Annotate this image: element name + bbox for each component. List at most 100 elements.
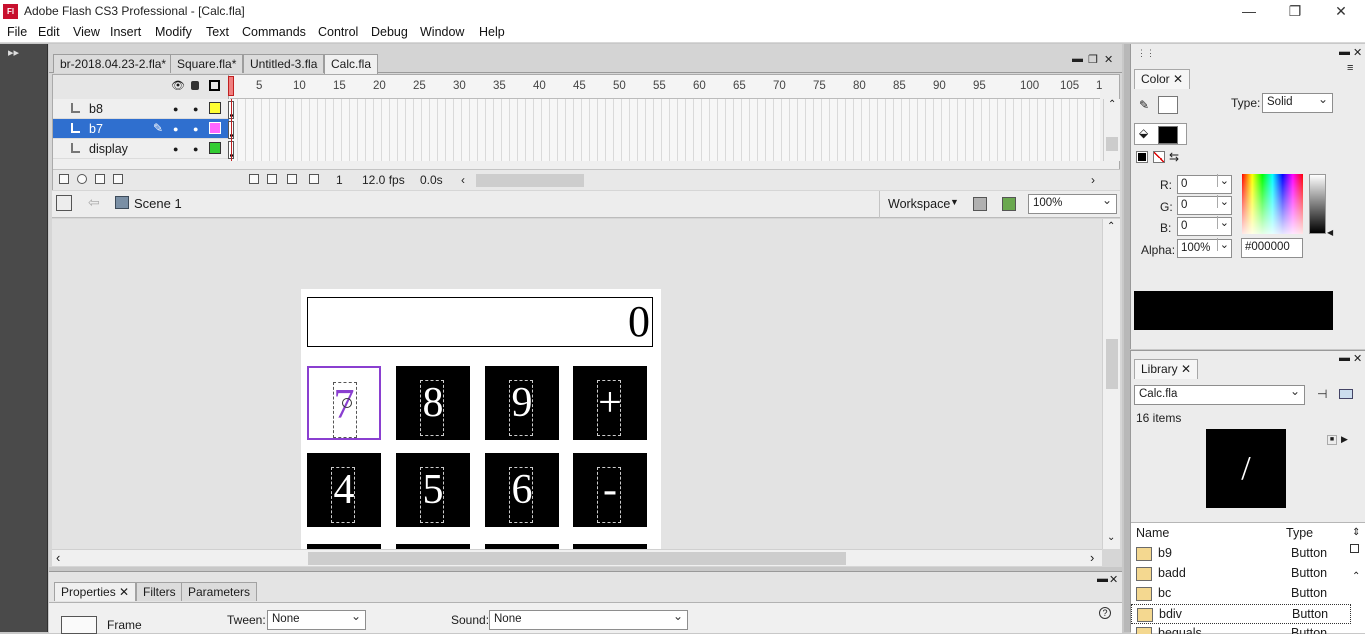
tab-properties[interactable]: Properties ✕ [54,582,137,601]
panel-close-icon[interactable]: ✕ [1353,352,1362,365]
scroll-down-icon[interactable]: ⌄ [1107,532,1115,543]
timeline-vertical-scrollbar[interactable]: ⌃ [1103,99,1120,161]
panel-minimize-icon[interactable]: ▬ [1097,573,1108,585]
key-7[interactable]: 7 [307,366,381,440]
column-header-name[interactable]: Name [1136,526,1169,540]
stage-horizontal-scrollbar[interactable]: ‹ › [52,549,1102,566]
panel-close-icon[interactable]: ✕ [1109,573,1118,586]
library-document-select[interactable]: Calc.fla [1134,384,1305,405]
scroll-thumb[interactable] [1106,137,1118,151]
minimize-button[interactable]: — [1226,0,1272,23]
zoom-select[interactable]: 100% [1028,193,1117,214]
layer-color-swatch[interactable] [209,102,221,114]
tab-close-icon[interactable]: ✕ [119,585,129,599]
layer-color-swatch[interactable] [209,122,221,134]
lock-dot[interactable]: ● [193,124,198,134]
fill-color-swatch[interactable] [1158,126,1178,144]
doc-tab-untitled[interactable]: Untitled-3.fla [243,54,325,73]
menu-insert[interactable]: Insert [110,25,141,39]
onion-skin-icon[interactable] [267,174,277,184]
back-arrow-icon[interactable]: ⇦ [88,194,100,211]
library-item[interactable]: bequals Button [1131,624,1351,634]
menu-debug[interactable]: Debug [371,25,408,39]
insert-folder-icon[interactable] [95,174,105,184]
scroll-up-icon[interactable]: ⌃ [1108,99,1116,110]
close-button[interactable]: ✕ [1318,0,1364,23]
menu-commands[interactable]: Commands [242,25,306,39]
stage-pasteboard[interactable]: 0 7 8 9 + 4 5 6 - [52,219,1102,549]
layer-row-display[interactable]: display ● ● [53,139,229,159]
no-color-icon[interactable] [1153,151,1165,163]
expand-arrows-icon[interactable]: ▸▸ [8,46,19,59]
library-item[interactable]: badd Button [1131,564,1351,584]
lock-dot[interactable]: ● [193,144,198,154]
panel-close-icon[interactable]: ✕ [1353,46,1362,59]
key-plus[interactable]: + [573,366,647,440]
doc-close-icon[interactable]: ✕ [1104,53,1113,66]
visibility-dot[interactable]: ● [173,144,178,154]
scroll-left-icon[interactable]: ‹ [56,550,60,565]
menu-window[interactable]: Window [420,25,464,39]
layer-row-b7[interactable]: b7 ✎ ● ● [53,119,229,139]
lock-dot[interactable]: ● [193,104,198,114]
new-library-panel-icon[interactable] [1339,389,1353,399]
brightness-slider[interactable] [1309,174,1326,234]
pin-library-icon[interactable]: ⊣ [1317,387,1327,401]
frame-rate[interactable]: 12.0 fps [362,173,405,187]
edit-scene-icon[interactable] [973,197,987,211]
key-9[interactable]: 9 [485,366,559,440]
scroll-right-icon[interactable]: › [1091,173,1095,187]
sound-select[interactable]: None [489,609,688,630]
calculator-display[interactable]: 0 [307,297,653,347]
visibility-dot[interactable]: ● [173,124,178,134]
edit-multiple-frames-icon[interactable] [309,174,319,184]
menu-view[interactable]: View [73,25,100,39]
scroll-up-icon[interactable]: ⌃ [1107,221,1115,232]
panel-menu-icon[interactable]: ≡ [1347,62,1353,74]
menu-control[interactable]: Control [318,25,358,39]
doc-minimize-icon[interactable]: ▬ [1072,53,1083,65]
stop-preview-icon[interactable]: ■ [1327,435,1337,445]
edit-symbols-icon[interactable] [1002,197,1016,211]
b-input[interactable]: 0 [1177,216,1232,236]
g-input[interactable]: 0 [1177,195,1232,215]
doc-tab-calc[interactable]: Calc.fla [324,54,379,74]
vertical-thumb[interactable] [1106,339,1118,389]
outline-icon[interactable] [209,80,220,91]
scroll-left-icon[interactable]: ‹ [461,173,465,187]
tab-close-icon[interactable]: ✕ [1181,362,1191,376]
key-4[interactable]: 4 [307,453,381,527]
lib-scroll-up-icon[interactable]: ⌃ [1352,571,1360,582]
alpha-input[interactable]: 100% [1177,238,1232,258]
brightness-pointer-icon[interactable]: ◀ [1327,228,1333,237]
workspace-menu[interactable]: Workspace [888,197,950,211]
doc-tab-br[interactable]: br-2018.04.23-2.fla* [53,54,174,73]
lock-icon[interactable] [191,81,199,90]
doc-restore-icon[interactable]: ❐ [1088,53,1098,66]
key-5[interactable]: 5 [396,453,470,527]
menu-modify[interactable]: Modify [155,25,192,39]
menu-file[interactable]: File [7,25,27,39]
stage-vertical-scrollbar[interactable]: ⌃ ⌄ [1102,219,1120,549]
layer-row-b8[interactable]: b8 ● ● [53,99,229,119]
menu-text[interactable]: Text [206,25,229,39]
eye-icon[interactable]: 👁 [171,79,185,92]
lib-scroll-box-icon[interactable] [1350,544,1359,553]
tab-filters[interactable]: Filters [136,582,183,601]
r-input[interactable]: 0 [1177,174,1232,194]
play-preview-icon[interactable]: ▶ [1341,434,1348,445]
panel-minimize-icon[interactable]: ▬ [1339,46,1350,58]
menu-edit[interactable]: Edit [38,25,60,39]
visibility-dot[interactable]: ● [173,104,178,114]
swap-colors-icon[interactable]: ⇆ [1169,150,1179,164]
key-minus[interactable]: - [573,453,647,527]
default-colors-icon[interactable] [1136,151,1148,163]
hex-input[interactable]: #000000 [1241,238,1303,258]
key-8[interactable]: 8 [396,366,470,440]
workspace-dropdown-icon[interactable]: ▼ [950,197,959,207]
center-frame-icon[interactable] [249,174,259,184]
timeline-toggle-icon[interactable] [56,195,72,211]
doc-tab-square[interactable]: Square.fla* [170,54,244,73]
menu-help[interactable]: Help [479,25,505,39]
scroll-right-icon[interactable]: › [1090,550,1094,565]
